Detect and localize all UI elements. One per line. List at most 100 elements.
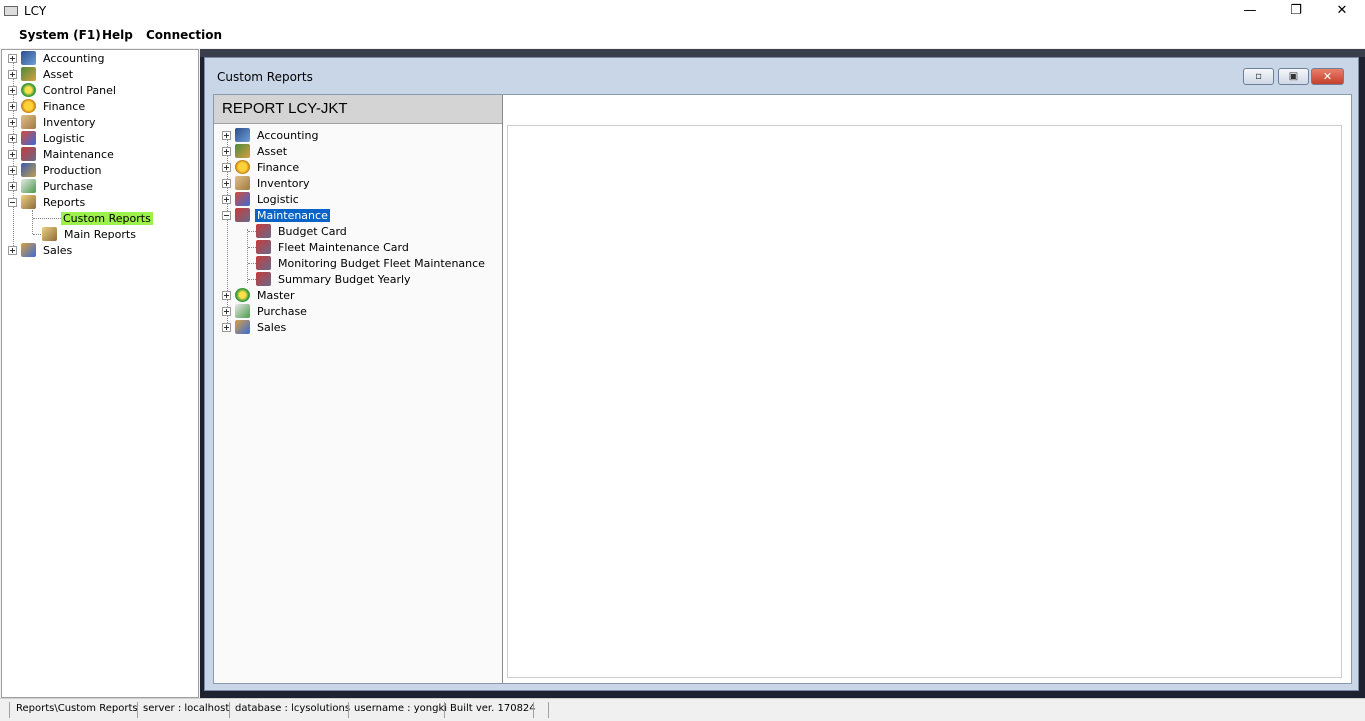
- child-close-button[interactable]: ✕: [1311, 68, 1344, 85]
- app-title: LCY: [24, 4, 47, 18]
- title-bar: LCY — ❐ ✕: [0, 0, 1365, 23]
- purchase-icon: [235, 304, 250, 318]
- status-separator: [137, 702, 138, 718]
- nav-item-maintenance[interactable]: Maintenance: [8, 146, 116, 162]
- accounting-icon: [21, 51, 36, 65]
- menu-help[interactable]: Help: [102, 28, 133, 42]
- status-separator: [9, 702, 10, 718]
- expand-icon[interactable]: [8, 53, 17, 63]
- status-path: Reports\Custom Reports: [16, 703, 138, 714]
- expand-icon[interactable]: [8, 149, 17, 159]
- report-tree-label: Inventory: [257, 176, 310, 190]
- menu-system[interactable]: System (F1): [19, 28, 101, 42]
- collapse-icon[interactable]: [8, 197, 17, 207]
- report-tree-label: Finance: [257, 160, 300, 174]
- report-tree-label: Master: [257, 288, 295, 302]
- nav-item-main-reports[interactable]: Main Reports: [42, 226, 138, 242]
- expand-icon[interactable]: [8, 85, 17, 95]
- expand-icon[interactable]: [8, 69, 17, 79]
- production-icon: [21, 163, 36, 177]
- expand-icon[interactable]: [8, 117, 17, 127]
- minimize-icon: —: [1243, 3, 1257, 18]
- nav-item-control-panel[interactable]: Control Panel: [8, 82, 118, 98]
- close-icon: ✕: [1322, 70, 1333, 83]
- report-item-label: Summary Budget Yearly: [278, 272, 411, 286]
- status-server: server : localhost: [143, 703, 230, 714]
- menu-connection[interactable]: Connection: [146, 28, 222, 42]
- report-tree-label: Sales: [257, 320, 287, 334]
- expand-icon[interactable]: [8, 133, 17, 143]
- collapse-icon[interactable]: [222, 210, 231, 220]
- report-tree-inventory[interactable]: Inventory: [222, 175, 312, 191]
- report-tree-accounting[interactable]: Accounting: [222, 127, 320, 143]
- restore-button[interactable]: ❐: [1273, 0, 1319, 23]
- report-tree-asset[interactable]: Asset: [222, 143, 289, 159]
- maintenance-icon: [235, 208, 250, 222]
- custom-reports-window: Custom Reports ▫ ▣ ✕ REPORT LCY-JKT Acco…: [204, 57, 1359, 691]
- nav-item-purchase[interactable]: Purchase: [8, 178, 95, 194]
- status-separator: [348, 702, 349, 718]
- close-button[interactable]: ✕: [1319, 0, 1365, 23]
- finance-icon: [235, 160, 250, 174]
- report-item-monitoring-budget[interactable]: Monitoring Budget Fleet Maintenance: [256, 255, 487, 271]
- nav-item-reports[interactable]: Reports: [8, 194, 87, 210]
- tree-line: [248, 279, 256, 280]
- expand-icon[interactable]: [8, 245, 17, 255]
- nav-item-label: Main Reports: [64, 227, 136, 241]
- report-item-fleet-maintenance-card[interactable]: Fleet Maintenance Card: [256, 239, 411, 255]
- logistic-icon: [235, 192, 250, 206]
- report-tree-label: Maintenance: [255, 208, 330, 222]
- nav-item-label: Asset: [43, 67, 74, 81]
- expand-icon[interactable]: [8, 181, 17, 191]
- expand-icon[interactable]: [222, 130, 231, 140]
- report-tree-maintenance[interactable]: Maintenance: [222, 207, 330, 223]
- menu-bar: System (F1) Help Connection: [0, 23, 1365, 48]
- reports-icon: [42, 227, 57, 241]
- expand-icon[interactable]: [222, 322, 231, 332]
- nav-item-sales[interactable]: Sales: [8, 242, 74, 258]
- nav-item-custom-reports[interactable]: Custom Reports: [61, 210, 153, 226]
- expand-icon[interactable]: [222, 162, 231, 172]
- expand-icon[interactable]: [222, 306, 231, 316]
- report-tree-purchase[interactable]: Purchase: [222, 303, 309, 319]
- minimize-button[interactable]: —: [1227, 0, 1273, 23]
- report-tree-sales[interactable]: Sales: [222, 319, 288, 335]
- expand-icon[interactable]: [8, 165, 17, 175]
- nav-item-accounting[interactable]: Accounting: [8, 50, 106, 66]
- child-restore-button[interactable]: ▣: [1278, 68, 1309, 85]
- nav-item-label: Maintenance: [43, 147, 114, 161]
- expand-icon[interactable]: [222, 290, 231, 300]
- inventory-icon: [21, 115, 36, 129]
- nav-item-asset[interactable]: Asset: [8, 66, 75, 82]
- tree-line: [33, 218, 61, 219]
- asset-icon: [235, 144, 250, 158]
- report-tree-master[interactable]: Master: [222, 287, 297, 303]
- report-item-summary-budget[interactable]: Summary Budget Yearly: [256, 271, 413, 287]
- asset-icon: [21, 67, 36, 81]
- status-database: database : lcysolutions: [235, 703, 351, 714]
- nav-item-inventory[interactable]: Inventory: [8, 114, 98, 130]
- report-icon: [256, 240, 271, 254]
- nav-item-finance[interactable]: Finance: [8, 98, 87, 114]
- expand-icon[interactable]: [222, 178, 231, 188]
- report-tree-label: Logistic: [257, 192, 299, 206]
- report-tree-logistic[interactable]: Logistic: [222, 191, 301, 207]
- nav-item-label: Custom Reports: [61, 211, 153, 225]
- expand-icon[interactable]: [222, 146, 231, 156]
- child-minimize-button[interactable]: ▫: [1243, 68, 1274, 85]
- accounting-icon: [235, 128, 250, 142]
- nav-item-production[interactable]: Production: [8, 162, 104, 178]
- status-bar: Reports\Custom Reports server : localhos…: [0, 698, 1365, 721]
- restore-icon: ❐: [1290, 3, 1302, 18]
- report-tree-finance[interactable]: Finance: [222, 159, 301, 175]
- child-window-body: REPORT LCY-JKT Accounting Asset Finance: [213, 94, 1352, 684]
- report-item-label: Fleet Maintenance Card: [278, 240, 409, 254]
- nav-item-logistic[interactable]: Logistic: [8, 130, 87, 146]
- nav-item-label: Accounting: [43, 51, 105, 65]
- report-tree-panel: REPORT LCY-JKT Accounting Asset Finance: [214, 95, 503, 683]
- finance-icon: [21, 99, 36, 113]
- report-item-budget-card[interactable]: Budget Card: [256, 223, 349, 239]
- inventory-icon: [235, 176, 250, 190]
- expand-icon[interactable]: [222, 194, 231, 204]
- expand-icon[interactable]: [8, 101, 17, 111]
